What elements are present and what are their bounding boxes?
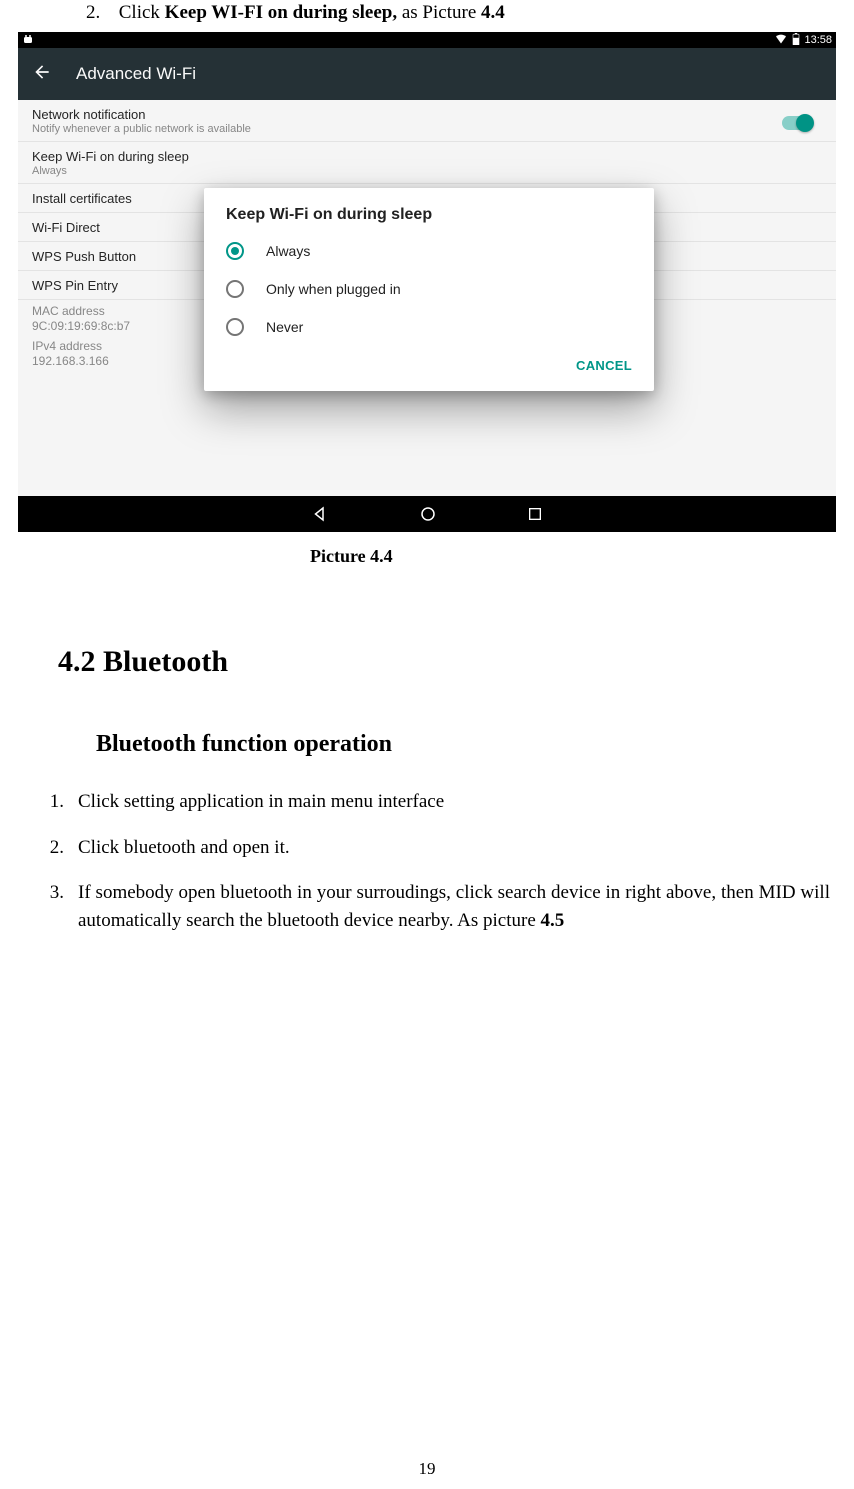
app-bar: Advanced Wi-Fi [18,48,836,100]
step-number: 2. [42,834,64,862]
dialog-option-label: Never [266,319,303,335]
step-text: If somebody open bluetooth in your surro… [78,879,830,934]
nav-back-icon[interactable] [311,505,329,523]
nav-home-icon[interactable] [419,505,437,523]
step-number: 1. [42,788,64,816]
step-item: 2. Click bluetooth and open it. [42,834,830,862]
status-bar: 13:58 [18,32,836,48]
section-heading: 4.2 Bluetooth [58,645,840,679]
figure-caption: Picture 4.4 [310,546,840,567]
page-number: 19 [0,1459,854,1479]
app-bar-title: Advanced Wi-Fi [76,64,196,84]
dialog-option-label: Always [266,243,310,259]
dialog-title: Keep Wi-Fi on during sleep [204,206,654,232]
step-text: Click bluetooth and open it. [78,834,830,862]
steps-list: 1. Click setting application in main men… [14,788,840,934]
back-icon[interactable] [32,62,52,87]
battery-icon [792,33,800,48]
radio-selected-icon [226,242,244,260]
instruction-number: 2. [86,2,114,24]
android-screenshot: 13:58 Advanced Wi-Fi Network notificatio… [18,32,836,532]
wifi-icon [774,33,788,48]
radio-icon [226,318,244,336]
sub-heading: Bluetooth function operation [96,731,840,758]
setting-title: Keep Wi-Fi on during sleep [32,149,822,164]
nav-bar [18,496,836,532]
toggle-on[interactable] [782,116,812,130]
cancel-button[interactable]: CANCEL [568,352,640,379]
instruction-line: 2. Click Keep WI-FI on during sleep, as … [86,2,840,24]
status-time: 13:58 [804,34,832,46]
dialog-option-never[interactable]: Never [204,308,654,346]
dialog-keep-wifi: Keep Wi-Fi on during sleep Always Only w… [204,188,654,391]
step-item: 1. Click setting application in main men… [42,788,830,816]
dialog-option-always[interactable]: Always [204,232,654,270]
setting-keep-wifi[interactable]: Keep Wi-Fi on during sleep Always [18,142,836,184]
setting-subtitle: Notify whenever a public network is avai… [32,123,822,135]
status-left-icon [22,34,34,46]
setting-title: Network notification [32,107,822,122]
setting-network-notification[interactable]: Network notification Notify whenever a p… [18,100,836,142]
dialog-option-label: Only when plugged in [266,281,401,297]
step-item: 3. If somebody open bluetooth in your su… [42,879,830,934]
step-text: Click setting application in main menu i… [78,788,830,816]
radio-icon [226,280,244,298]
setting-subtitle: Always [32,165,822,177]
nav-recent-icon[interactable] [527,506,543,522]
step-number: 3. [42,879,64,934]
dialog-option-plugged[interactable]: Only when plugged in [204,270,654,308]
